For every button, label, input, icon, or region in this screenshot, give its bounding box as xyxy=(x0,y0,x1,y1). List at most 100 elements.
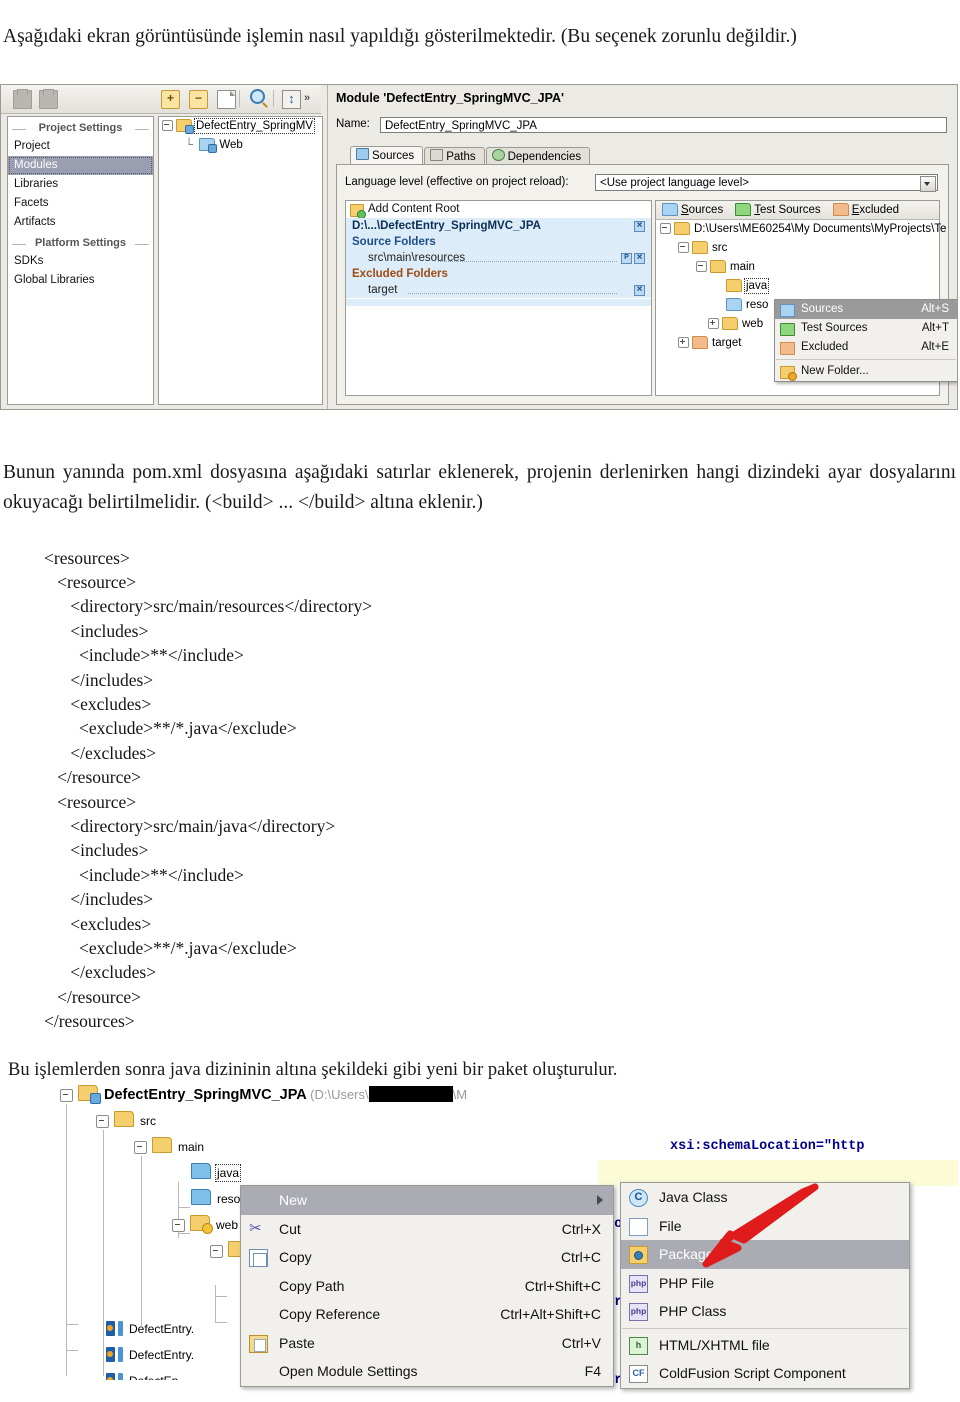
project-tree-node-root[interactable]: DefectEntry_SpringMVC_JPA (D:\Users\ \M xyxy=(58,1082,618,1108)
expander-plus-icon[interactable] xyxy=(708,318,719,330)
submenu-item-java-class[interactable]: C Java Class xyxy=(621,1183,909,1212)
module-tree-child-web[interactable]: └ Web xyxy=(159,136,322,155)
sidebar-item-project[interactable]: Project xyxy=(8,137,153,156)
expander-minus-icon[interactable] xyxy=(162,120,173,132)
excluded-folder-row[interactable]: target xyxy=(346,282,651,298)
sidebar-item-modules[interactable]: Modules xyxy=(8,156,153,175)
project-tree-screenshot: DefectEntry_SpringMVC_JPA (D:\Users\ \M s… xyxy=(58,1082,958,1400)
tab-sources[interactable]: Sources xyxy=(350,146,424,166)
excluded-legend-label[interactable]: Excluded xyxy=(852,204,899,216)
expander-minus-icon[interactable] xyxy=(678,242,689,254)
expander-minus-icon[interactable] xyxy=(96,1115,109,1129)
sidebar-item-global-libraries[interactable]: Global Libraries xyxy=(8,271,153,290)
submenu-item-file[interactable]: File xyxy=(621,1212,909,1241)
context-menu-item-excluded[interactable]: Excluded Alt+E xyxy=(775,338,957,357)
move-up-icon[interactable] xyxy=(13,89,32,109)
add-icon[interactable]: + xyxy=(161,90,180,109)
expander-plus-icon[interactable] xyxy=(678,337,689,349)
sidebar-item-sdks[interactable]: SDKs xyxy=(8,252,153,271)
remove-excluded-folder-icon[interactable] xyxy=(634,282,645,298)
context-menu-item-test-sources[interactable]: Test Sources Alt+T xyxy=(775,319,957,338)
find-icon[interactable] xyxy=(250,89,265,104)
module-tree-root-label: DefectEntry_SpringMV xyxy=(194,118,315,134)
folder-icon xyxy=(722,317,738,331)
project-tree-root-label: DefectEntry_SpringMVC_JPA xyxy=(104,1087,307,1103)
overflow-icon[interactable]: » xyxy=(304,92,310,104)
context-menu-item-new[interactable]: New xyxy=(241,1186,613,1215)
pom-line-text: xsi:schemaLocation="http xyxy=(670,1139,865,1154)
test-sources-legend-label[interactable]: Test Sources xyxy=(754,204,820,216)
sources-legend-label[interactable]: Sources xyxy=(681,204,723,216)
content-root-row[interactable]: D:\...\DefectEntry_SpringMVC_JPA xyxy=(346,218,651,234)
source-folder-icon xyxy=(191,1189,211,1205)
sidebar-group-platform-settings: Platform Settings xyxy=(8,235,153,252)
submenu-item-coldfusion-label: ColdFusion Script Component xyxy=(659,1365,846,1381)
paste-icon xyxy=(249,1334,268,1353)
copy-icon[interactable] xyxy=(217,90,236,109)
redaction-bar xyxy=(368,1086,453,1102)
expander-minus-icon[interactable] xyxy=(696,261,707,273)
context-menu-item-cut[interactable]: ✂ Cut Ctrl+X xyxy=(241,1215,613,1244)
source-folder-row[interactable]: src\main\resources xyxy=(346,250,651,266)
sidebar-item-artifacts[interactable]: Artifacts xyxy=(8,213,153,232)
root-tree-node[interactable]: src xyxy=(656,239,939,258)
root-tree-node-label: D:\Users\ME60254\My Documents\MyProjects… xyxy=(694,223,947,235)
remove-source-folder-icon[interactable] xyxy=(634,250,645,266)
context-menu-item-new-folder-label: New Folder... xyxy=(801,365,869,377)
root-tree-node[interactable]: D:\Users\ME60254\My Documents\MyProjects… xyxy=(656,220,946,239)
source-folder-icon xyxy=(191,1163,211,1179)
project-tree-node-main[interactable]: main xyxy=(58,1134,618,1160)
chevron-down-icon[interactable] xyxy=(920,176,936,192)
context-menu-item-new-folder[interactable]: New Folder... xyxy=(775,362,957,381)
move-down-icon[interactable] xyxy=(39,89,58,109)
expand-collapse-icon[interactable] xyxy=(282,89,301,109)
expander-minus-icon[interactable] xyxy=(134,1141,147,1155)
submenu-item-package[interactable]: Package xyxy=(621,1240,909,1269)
remove-icon[interactable]: − xyxy=(189,90,208,109)
expander-minus-icon[interactable] xyxy=(210,1245,223,1259)
web-facet-icon xyxy=(199,138,218,154)
sidebar-item-libraries[interactable]: Libraries xyxy=(8,175,153,194)
add-content-root-button[interactable]: Add Content Root xyxy=(346,201,651,219)
project-context-menu: New ✂ Cut Ctrl+X Copy Ctrl+C Copy Path C… xyxy=(240,1185,614,1387)
context-menu-item-paste[interactable]: Paste Ctrl+V xyxy=(241,1329,613,1358)
project-tree-node-src[interactable]: src xyxy=(58,1108,618,1134)
context-menu-item-sources-label: Sources xyxy=(801,303,844,315)
submenu-arrow-icon xyxy=(597,1195,603,1205)
project-tree-node-label: reso xyxy=(217,1192,241,1206)
new-folder-icon xyxy=(780,366,797,381)
language-level-value: <Use project language level> xyxy=(600,177,749,189)
submenu-item-php-class[interactable]: php PHP Class xyxy=(621,1297,909,1326)
context-menu-item-cut-label: Cut xyxy=(279,1220,301,1237)
language-level-select[interactable]: <Use project language level> xyxy=(595,174,938,192)
submenu-item-coldfusion[interactable]: CF ColdFusion Script Component xyxy=(621,1359,909,1388)
context-menu-item-copy-reference[interactable]: Copy Reference Ctrl+Alt+Shift+C xyxy=(241,1300,613,1329)
remove-content-root-icon[interactable] xyxy=(634,218,645,234)
module-name-input[interactable]: DefectEntry_SpringMVC_JPA xyxy=(380,117,947,133)
submenu-item-html-file[interactable]: h HTML/XHTML file xyxy=(621,1331,909,1360)
root-tree-node-java[interactable]: java xyxy=(656,277,939,296)
module-folder-icon xyxy=(176,119,194,135)
expander-minus-icon[interactable] xyxy=(172,1219,185,1233)
middle-paragraph: Bunun yanında pom.xml dosyasına aşağıdak… xyxy=(3,461,956,513)
project-tree-node-label: DefectEntry. xyxy=(129,1322,195,1336)
module-name-label: Name: xyxy=(336,118,370,130)
context-menu-item-sources[interactable]: Sources Alt+S xyxy=(775,300,957,319)
context-menu-item-new-label: New xyxy=(279,1192,308,1208)
context-menu-item-test-sources-label: Test Sources xyxy=(801,322,868,334)
submenu-item-php-file[interactable]: php PHP File xyxy=(621,1269,909,1298)
module-tree-root[interactable]: DefectEntry_SpringMV xyxy=(159,117,322,136)
project-tree-node-java[interactable]: java xyxy=(58,1160,618,1186)
toolbar-separator-2 xyxy=(273,90,274,107)
context-menu-item-open-module-settings[interactable]: Open Module Settings F4 xyxy=(241,1357,613,1386)
expander-minus-icon[interactable] xyxy=(60,1089,73,1103)
context-menu-item-copy-path[interactable]: Copy Path Ctrl+Shift+C xyxy=(241,1272,613,1301)
pom-line: xsi:schemaLocation="http xyxy=(598,1134,958,1160)
root-tree-node[interactable]: main xyxy=(656,258,939,277)
expander-minus-icon[interactable] xyxy=(660,223,671,235)
properties-icon[interactable] xyxy=(621,251,632,265)
package-icon xyxy=(629,1246,648,1264)
folder-yellow-icon xyxy=(726,279,742,293)
sidebar-item-facets[interactable]: Facets xyxy=(8,194,153,213)
context-menu-item-copy[interactable]: Copy Ctrl+C xyxy=(241,1243,613,1272)
